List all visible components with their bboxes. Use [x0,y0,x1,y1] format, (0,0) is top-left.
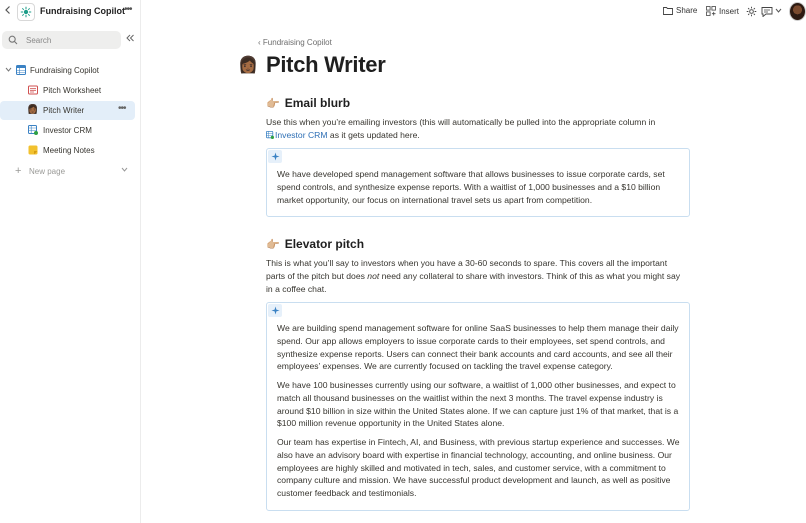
heading-text: Email blurb [284,96,351,110]
ai-sparkle-icon[interactable] [268,150,282,163]
elevator-intro: This is what you’ll say to investors whe… [266,257,686,296]
share-label: Share [676,6,698,15]
back-arrow-icon[interactable] [2,5,14,17]
insert-label: Insert [719,6,740,16]
sidebar-item-investor-crm[interactable]: Investor CRM [0,121,135,140]
table-icon [16,65,26,75]
email-intro: Use this when you’re emailing investors … [266,116,696,142]
intro-text: as it gets updated here. [329,130,420,140]
email-blurb-callout[interactable]: We have developed spend management softw… [266,148,690,217]
intro-text: Use this when you’re emailing investors … [266,117,656,127]
workspace-logo-icon [17,3,35,21]
elevator-paragraph: We have 100 businesses currently using o… [277,380,679,429]
sidebar-item-pitch-worksheet[interactable]: Pitch Worksheet [0,81,135,100]
ai-sparkle-icon[interactable] [268,304,282,317]
elevator-paragraph: We are building spend management softwar… [277,323,679,372]
chevron-left-icon: ‹ [258,38,261,47]
new-page-button[interactable]: + New page [0,162,135,181]
workspace-title[interactable]: Fundraising Copilot [40,6,125,16]
elevator-pitch-callout[interactable]: We are building spend management softwar… [266,302,690,511]
avatar[interactable] [789,2,806,21]
plus-icon: + [15,165,22,177]
breadcrumb-label: Fundraising Copilot [262,38,332,47]
workspace-header: Fundraising Copilot ••• [0,0,141,24]
collapse-sidebar-icon[interactable] [125,33,135,46]
gear-icon[interactable] [746,6,757,17]
sidebar-item-pitch-writer[interactable]: 👩🏾 Pitch Writer ••• [0,101,135,120]
worksheet-icon [28,85,38,95]
crm-table-icon [28,125,38,135]
investor-crm-link[interactable]: Investor CRM [275,130,328,140]
page-title: Pitch Writer [266,52,386,77]
sidebar-item-label: Pitch Writer [43,106,85,115]
search-placeholder: Search [26,35,52,45]
insert-button[interactable]: Insert [706,6,739,16]
folder-icon [663,7,673,15]
crm-table-icon [266,131,274,139]
more-options-icon[interactable]: ••• [118,103,126,114]
chevron-down-icon[interactable] [5,66,12,75]
sidebar: Fundraising Copilot ••• Search Fundraisi… [0,0,141,523]
notes-icon [28,145,38,155]
grid-icon [706,6,716,16]
sidebar-item-label: Fundraising Copilot [30,66,99,75]
comment-icon[interactable] [761,6,773,17]
search-input[interactable]: Search [2,31,121,49]
section-heading-email: 👉🏼 Email blurb [266,96,350,110]
new-page-label: New page [29,167,66,176]
sidebar-item-label: Investor CRM [43,126,92,135]
heading-text: Elevator pitch [284,237,365,251]
person-emoji-icon: 👩🏾 [27,104,39,114]
page-emoji-icon[interactable]: 👩🏾 [238,56,258,76]
breadcrumb[interactable]: ‹ Fundraising Copilot [258,38,332,47]
pointing-hand-icon: 👉🏼 [266,97,280,110]
chevron-down-icon[interactable] [775,7,782,16]
intro-emphasis: not [367,271,380,281]
elevator-paragraph: Our team has expertise in Fintech, AI, a… [277,437,680,499]
sidebar-item-meeting-notes[interactable]: Meeting Notes [0,141,135,160]
chevron-down-icon[interactable] [121,166,128,175]
share-button[interactable]: Share [663,6,697,15]
search-icon [8,35,18,45]
pointing-hand-icon: 👉🏼 [266,238,280,251]
section-heading-elevator: 👉🏼 Elevator pitch [266,237,364,251]
sidebar-item-label: Pitch Worksheet [43,86,102,95]
sidebar-item-label: Meeting Notes [43,146,95,155]
page-content: ‹ Fundraising Copilot 👩🏾 Pitch Writer 👉🏼… [142,24,806,523]
more-options-icon[interactable]: ••• [124,4,132,15]
email-blurb-text: We have developed spend management softw… [277,169,665,205]
sidebar-item-fundraising-copilot[interactable]: Fundraising Copilot [0,61,135,80]
